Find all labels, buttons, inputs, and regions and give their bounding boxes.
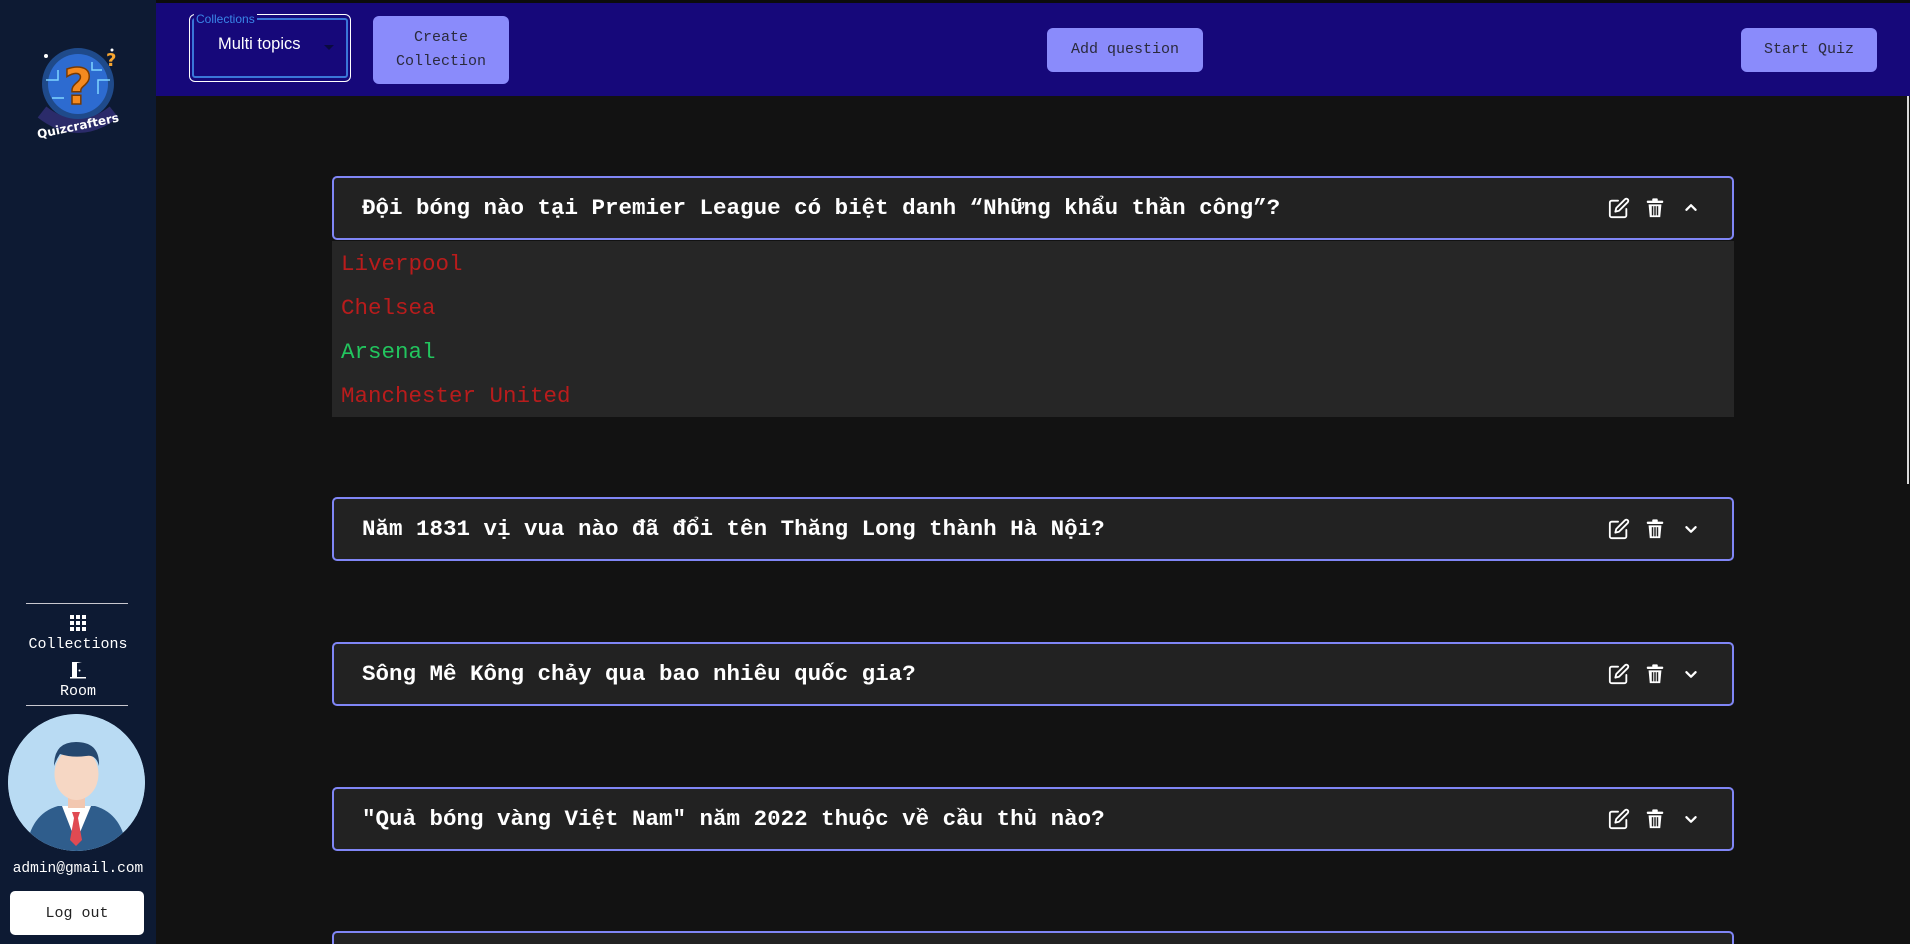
question-actions	[1608, 663, 1702, 685]
answer-option: Liverpool	[341, 251, 463, 277]
grid-icon	[69, 614, 87, 632]
door-icon	[69, 661, 87, 679]
answer-list: Liverpool Chelsea Arsenal Manchester Uni…	[332, 241, 1734, 417]
chevron-down-icon[interactable]	[1680, 808, 1702, 830]
question-actions	[1608, 518, 1702, 540]
sidebar-item-label: Collections	[28, 636, 128, 653]
edit-icon[interactable]	[1608, 197, 1630, 219]
sidebar-item-collections[interactable]: Collections	[0, 614, 156, 653]
avatar[interactable]	[8, 714, 145, 851]
question-card[interactable]: Đội bóng nào tại Premier League có biệt …	[332, 176, 1734, 240]
add-question-button[interactable]: Add question	[1047, 28, 1203, 72]
edit-icon[interactable]	[1608, 808, 1630, 830]
collections-select-value: Multi topics	[218, 35, 301, 53]
question-actions	[1608, 808, 1702, 830]
chevron-down-icon[interactable]	[1680, 663, 1702, 685]
trash-icon[interactable]	[1644, 518, 1666, 540]
create-collection-line1: Create	[413, 29, 468, 46]
svg-text:?: ?	[106, 50, 116, 71]
question-text: Sông Mê Kông chảy qua bao nhiêu quốc gia…	[362, 661, 916, 687]
question-text: Đội bóng nào tại Premier League có biệt …	[362, 195, 1281, 221]
user-email: admin@gmail.com	[12, 861, 144, 877]
sidebar: ? ? Quizcrafters Collections Room admin@…	[0, 0, 156, 944]
question-card[interactable]: "Quả bóng vàng Việt Nam" năm 2022 thuộc …	[332, 787, 1734, 851]
sidebar-divider	[26, 705, 128, 706]
chevron-down-icon	[324, 45, 334, 50]
trash-icon[interactable]	[1644, 808, 1666, 830]
question-card[interactable]: Sông Mê Kông chảy qua bao nhiêu quốc gia…	[332, 642, 1734, 706]
collections-select[interactable]: Collections Multi topics	[189, 12, 351, 82]
question-text: "Quả bóng vàng Việt Nam" năm 2022 thuộc …	[362, 806, 1105, 832]
start-quiz-button[interactable]: Start Quiz	[1741, 28, 1877, 72]
quizcrafters-logo[interactable]: ? ? Quizcrafters	[32, 40, 124, 141]
question-card[interactable]	[332, 931, 1734, 944]
svg-text:?: ?	[63, 58, 92, 116]
answer-option: Chelsea	[341, 295, 436, 321]
collections-select-label: Collections	[194, 12, 257, 26]
create-collection-line2: Collection	[395, 53, 486, 70]
question-actions	[1608, 197, 1702, 219]
question-text: Năm 1831 vị vua nào đã đổi tên Thăng Lon…	[362, 516, 1105, 542]
sidebar-item-room[interactable]: Room	[0, 661, 156, 700]
edit-icon[interactable]	[1608, 663, 1630, 685]
answer-option-correct: Arsenal	[341, 339, 436, 365]
logout-button[interactable]: Log out	[10, 891, 144, 935]
question-card[interactable]: Năm 1831 vị vua nào đã đổi tên Thăng Lon…	[332, 497, 1734, 561]
sidebar-divider	[26, 603, 128, 604]
trash-icon[interactable]	[1644, 197, 1666, 219]
sidebar-item-label: Room	[59, 683, 96, 700]
answer-option: Manchester United	[341, 383, 571, 409]
edit-icon[interactable]	[1608, 518, 1630, 540]
scrollbar[interactable]	[1907, 96, 1909, 484]
create-collection-button[interactable]: Create Collection	[373, 16, 509, 84]
chevron-down-icon[interactable]	[1680, 518, 1702, 540]
trash-icon[interactable]	[1644, 663, 1666, 685]
chevron-up-icon[interactable]	[1680, 197, 1702, 219]
